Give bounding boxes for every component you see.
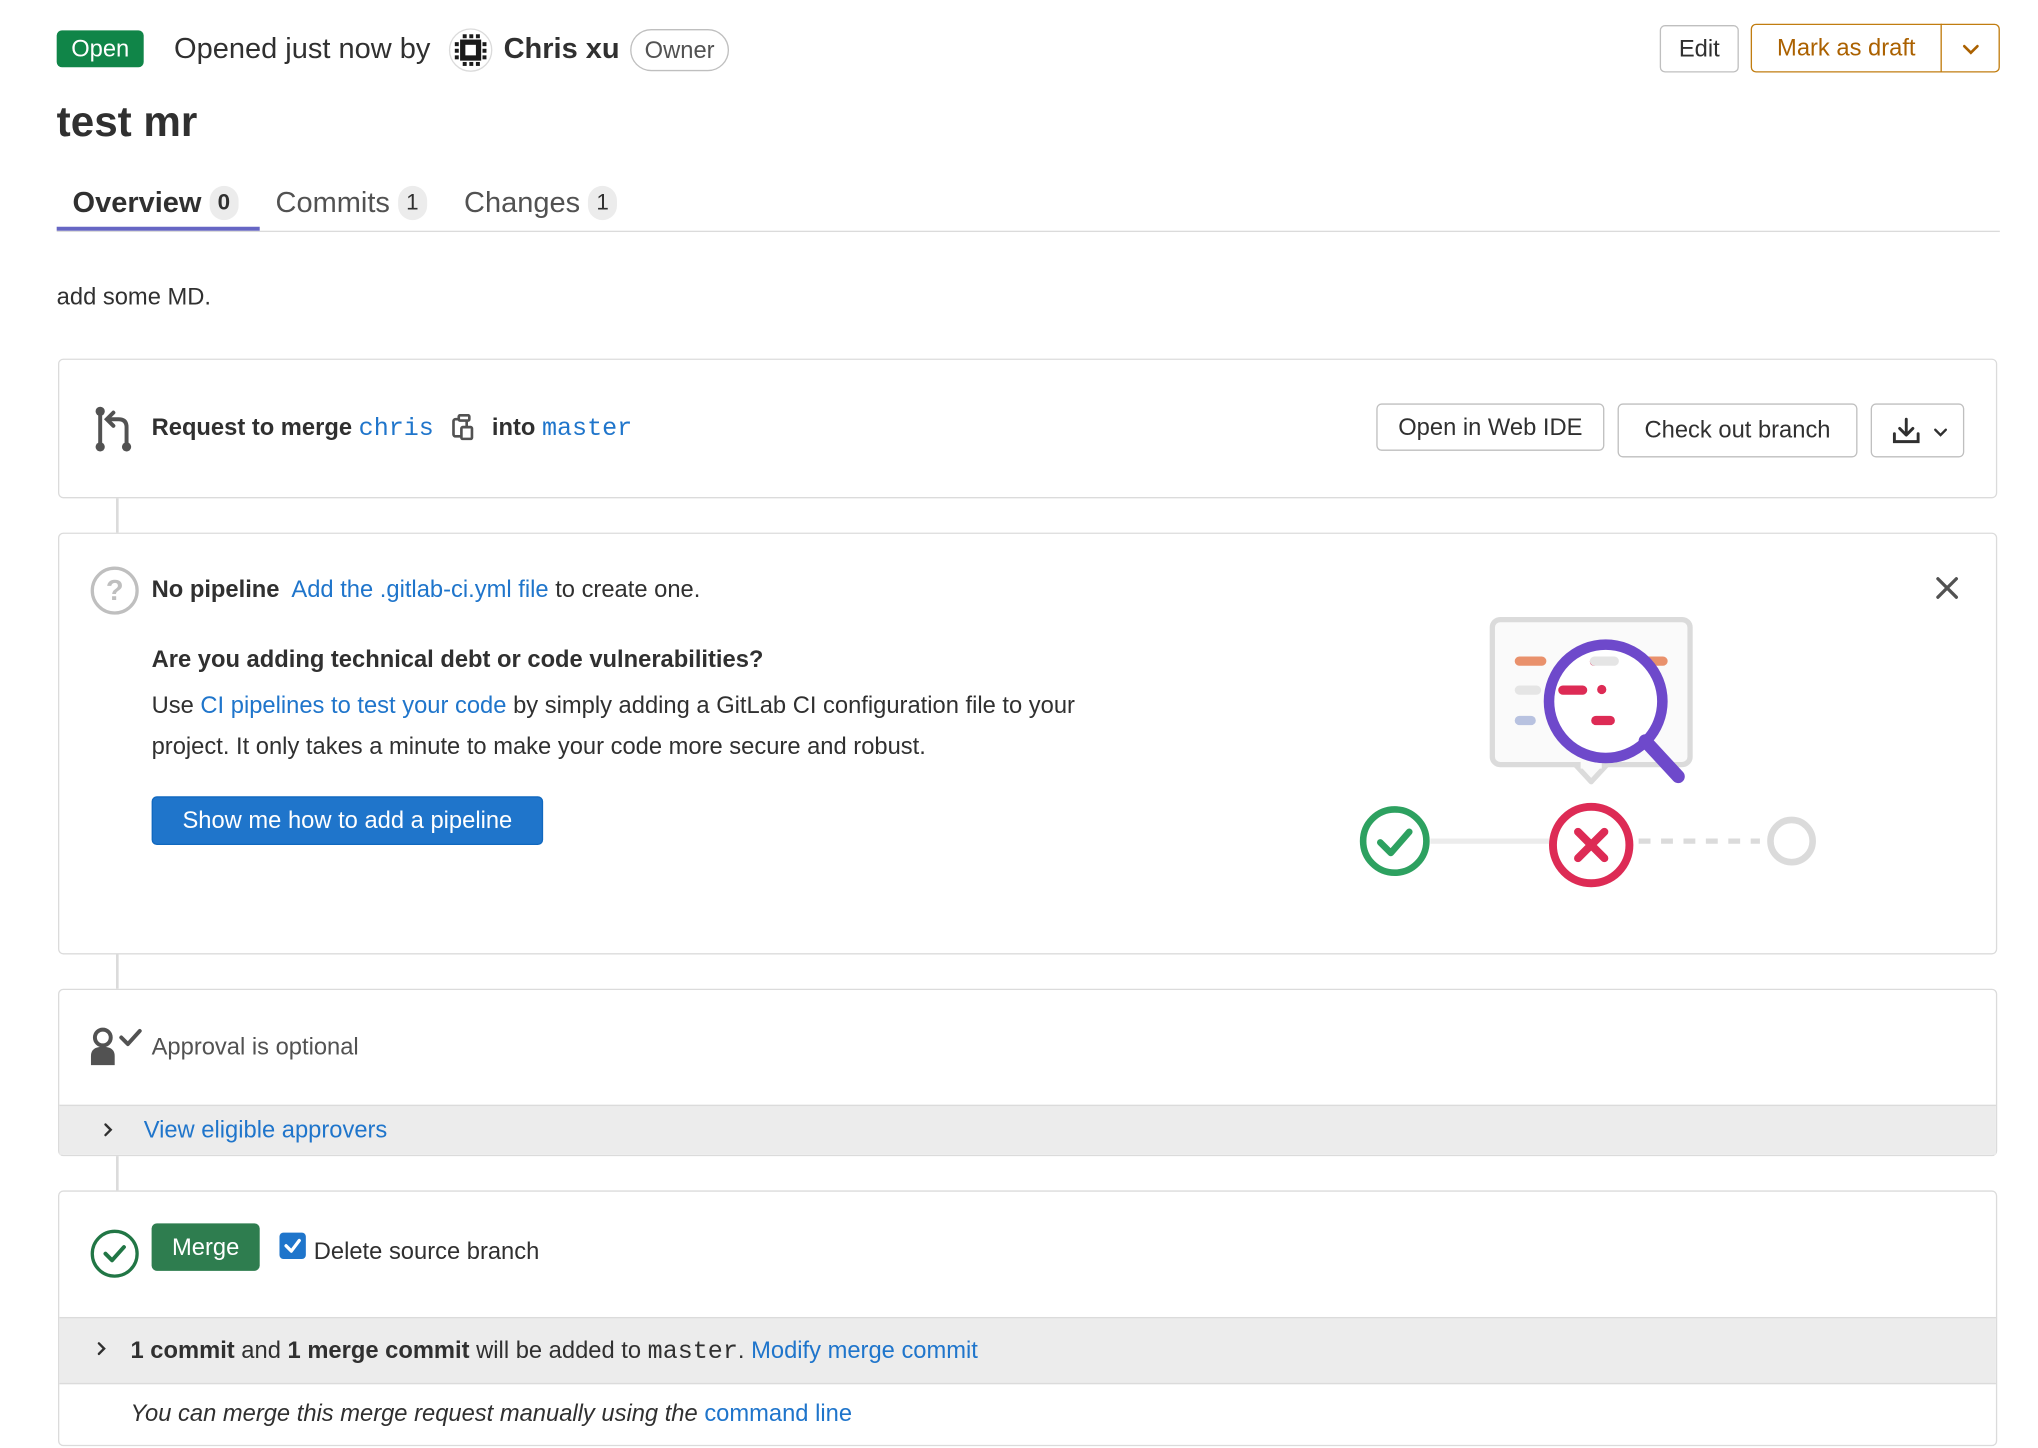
tech-debt-heading: Are you adding technical debt or code vu…: [151, 645, 764, 673]
page-title: test mr: [56, 97, 198, 146]
pipeline-illustration: [1359, 616, 1816, 888]
author-name[interactable]: Chris xu: [504, 29, 620, 69]
merge-button[interactable]: Merge: [151, 1223, 260, 1271]
merge-branches-text: Request to merge chris into master: [152, 409, 633, 447]
approval-user-icon: [90, 1027, 142, 1066]
download-dropdown-button[interactable]: [1870, 403, 1965, 458]
delete-source-branch-checkbox[interactable]: [279, 1232, 306, 1259]
commit-summary-text: 1 commit and 1 merge commit will be adde…: [131, 1331, 978, 1369]
target-branch-link[interactable]: master: [542, 414, 632, 443]
more-actions-dropdown[interactable]: [1940, 23, 2000, 73]
commit-count: 1 commit: [130, 1336, 235, 1364]
manual-merge-text: You can merge this merge request manuall…: [131, 1395, 853, 1432]
ci-description: Use CI pipelines to test your code by si…: [152, 686, 1128, 768]
will-be-added-text: will be added to: [476, 1336, 642, 1364]
view-eligible-approvers-link[interactable]: View eligible approvers: [144, 1111, 388, 1148]
tab-count: 1: [397, 185, 427, 221]
modify-merge-commit-link[interactable]: Modify merge commit: [751, 1337, 978, 1363]
tab-count: 1: [588, 185, 618, 221]
mark-as-draft-button[interactable]: Mark as draft: [1750, 23, 1942, 73]
no-pipeline-label: No pipeline: [151, 576, 280, 603]
chevron-down-icon: [1962, 44, 1979, 55]
tab-commits[interactable]: Commits 1: [276, 182, 427, 224]
delete-source-branch-label[interactable]: Delete source branch: [314, 1233, 540, 1270]
show-me-how-button[interactable]: Show me how to add a pipeline: [151, 796, 544, 846]
ci-pipelines-link[interactable]: CI pipelines to test your code: [200, 692, 506, 718]
chevron-right-icon[interactable]: [94, 1341, 110, 1357]
active-tab-underline: [56, 226, 260, 231]
tab-overview[interactable]: Overview 0: [73, 182, 239, 224]
add-gitlab-ci-link[interactable]: Add the .gitlab-ci.yml file: [291, 576, 548, 602]
check-out-branch-button[interactable]: Check out branch: [1617, 403, 1858, 458]
chevron-down-icon: [1934, 428, 1947, 437]
manual-merge-prefix: You can merge this merge request manuall…: [130, 1400, 698, 1427]
opened-text: Opened just now by: [174, 31, 431, 65]
tab-count: 0: [209, 185, 239, 221]
into-label: into: [491, 413, 536, 441]
merge-request-icon: [95, 406, 132, 452]
and-text: and: [241, 1336, 281, 1364]
status-badge: Open: [56, 30, 144, 68]
copy-icon[interactable]: [451, 413, 475, 441]
command-line-link[interactable]: command line: [704, 1400, 852, 1426]
tabs-divider: [56, 230, 2000, 233]
checkmark-icon: [284, 1238, 301, 1253]
timeline-connector: [116, 1156, 119, 1191]
merge-commit-count: 1 merge commit: [287, 1336, 470, 1364]
tab-label: Commits: [275, 185, 390, 219]
approval-optional-text: Approval is optional: [151, 1033, 359, 1060]
open-web-ide-button[interactable]: Open in Web IDE: [1376, 403, 1605, 451]
svg-text:?: ?: [106, 575, 124, 607]
timeline-connector: [116, 954, 119, 989]
no-pipeline-suffix: to create one.: [555, 576, 701, 603]
target-branch-name: master: [647, 1336, 738, 1366]
avatar[interactable]: [448, 27, 494, 73]
owner-badge: Owner: [630, 29, 730, 72]
period: .: [737, 1336, 745, 1364]
question-icon: ?: [90, 566, 139, 615]
tab-label: Overview: [72, 185, 202, 219]
ci-desc-prefix: Use: [151, 692, 194, 719]
tab-changes[interactable]: Changes 1: [464, 182, 618, 224]
source-branch-link[interactable]: chris: [359, 414, 434, 443]
close-icon[interactable]: [1927, 568, 1967, 608]
download-icon: [1892, 417, 1920, 444]
edit-button[interactable]: Edit: [1659, 25, 1739, 73]
no-pipeline-text: No pipeline Add the .gitlab-ci.yml file …: [152, 571, 701, 608]
merge-prefix: Request to merge: [151, 413, 353, 441]
mr-description: add some MD.: [56, 283, 211, 310]
chevron-right-icon[interactable]: [100, 1122, 116, 1138]
timeline-connector: [116, 498, 119, 533]
tab-label: Changes: [464, 185, 581, 219]
check-circle-icon: [90, 1229, 139, 1278]
